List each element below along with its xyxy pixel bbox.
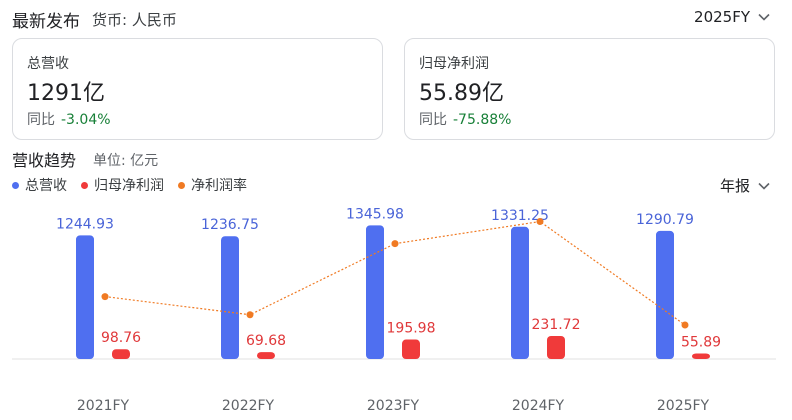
currency-label: 货币: 人民币	[92, 11, 177, 29]
revenue-value-label: 1236.75	[201, 217, 259, 233]
revenue-bar	[76, 235, 94, 359]
page-title: 最新发布	[12, 12, 80, 32]
profit-value-label: 231.72	[532, 317, 581, 333]
chevron-down-icon	[758, 182, 770, 190]
x-tick-label: 2023FY	[367, 398, 420, 414]
margin-point	[391, 240, 399, 248]
section-title: 营收趋势	[12, 151, 77, 170]
profit-value-label: 195.98	[387, 321, 436, 337]
revenue-yoy-change: -3.04%	[61, 112, 111, 128]
legend-dot-profit	[81, 181, 88, 189]
profit-card: 归母净利润 55.89亿 同比 -75.88%	[404, 38, 775, 140]
legend-label-margin: 净利润率	[191, 178, 247, 194]
profit-value: 55.89亿	[419, 81, 504, 106]
profit-value-label: 98.76	[101, 330, 141, 346]
x-tick-label: 2024FY	[512, 398, 565, 414]
revenue-card: 总营收 1291亿 同比 -3.04%	[12, 38, 383, 140]
profit-yoy: 同比 -75.88%	[419, 109, 511, 129]
x-tick-label: 2025FY	[657, 398, 710, 414]
revenue-label: 总营收	[27, 56, 69, 72]
profit-yoy-change: -75.88%	[453, 112, 512, 128]
revenue-bar	[221, 236, 239, 359]
profit-value-label: 55.89	[681, 334, 721, 350]
period-selector-label: 2025FY	[694, 8, 750, 26]
profit-bar	[402, 339, 420, 359]
revenue-bar	[511, 226, 529, 359]
revenue-value-label: 1345.98	[346, 206, 404, 222]
profit-yoy-label: 同比	[419, 112, 447, 128]
report-type-label: 年报	[719, 177, 750, 195]
legend-dot-revenue	[12, 181, 19, 189]
revenue-value-label: 1244.93	[56, 216, 114, 232]
profit-value-label: 69.68	[246, 333, 286, 349]
revenue-value: 1291亿	[27, 81, 105, 106]
legend-label-profit: 归母净利润	[94, 178, 164, 194]
chart-legend: 总营收 归母净利润 净利润率	[12, 175, 247, 195]
revenue-bar	[366, 225, 384, 359]
legend-label-revenue: 总营收	[25, 178, 67, 194]
legend-dot-margin	[178, 181, 185, 189]
profit-bar	[547, 335, 565, 359]
x-tick-label: 2021FY	[77, 398, 130, 414]
legend-item-revenue: 总营收	[12, 175, 67, 195]
chevron-down-icon	[758, 13, 770, 21]
revenue-value-label: 1290.79	[636, 212, 694, 228]
x-tick-label: 2022FY	[222, 398, 275, 414]
profit-bar	[112, 349, 130, 359]
unit-label: 单位: 亿元	[93, 153, 159, 169]
revenue-trend-chart: 1244.93 98.76 2021FY 1236.75 69.68 2022FY 1345…	[12, 206, 776, 414]
revenue-yoy: 同比 -3.04%	[27, 109, 111, 129]
margin-point	[101, 293, 109, 301]
margin-line	[104, 220, 686, 326]
revenue-bar	[656, 230, 674, 359]
legend-item-margin: 净利润率	[178, 175, 247, 195]
profit-label: 归母净利润	[419, 56, 489, 72]
legend-item-profit: 归母净利润	[81, 175, 164, 195]
period-selector[interactable]: 2025FY	[694, 8, 770, 26]
margin-point	[246, 311, 254, 319]
profit-bar	[257, 352, 275, 359]
profit-bar	[692, 353, 710, 359]
margin-point	[681, 321, 689, 329]
margin-point	[536, 218, 544, 226]
revenue-yoy-label: 同比	[27, 112, 55, 128]
report-type-selector[interactable]: 年报	[720, 175, 770, 196]
